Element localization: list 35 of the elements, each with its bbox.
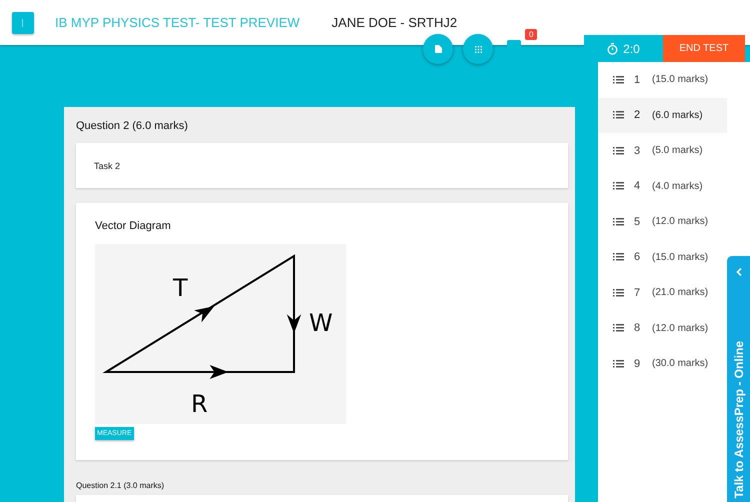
grid-icon bbox=[474, 46, 482, 52]
test-title: IB MYP PHYSICS TEST- TEST PREVIEW bbox=[55, 15, 300, 30]
vector-label: W bbox=[309, 309, 333, 337]
app-logo[interactable] bbox=[12, 12, 34, 34]
task-text: Task 2 bbox=[94, 160, 120, 170]
vector-label: R bbox=[191, 390, 208, 418]
question-nav-item[interactable]: 9 (30.0 marks) bbox=[598, 346, 727, 382]
diagram-title: Vector Diagram bbox=[95, 220, 172, 232]
question-nav-item[interactable]: 3 (5.0 marks) bbox=[598, 133, 727, 168]
list-icon bbox=[613, 288, 624, 297]
question-nav-item[interactable]: 7 (21.0 marks) bbox=[598, 275, 727, 310]
question-nav-item[interactable]: 2 (6.0 marks) bbox=[598, 98, 727, 133]
list-icon bbox=[613, 111, 624, 120]
list-icon bbox=[613, 76, 624, 84]
vector-label: T bbox=[173, 274, 188, 302]
list-icon bbox=[613, 253, 624, 262]
grid-button[interactable] bbox=[463, 34, 493, 64]
document-button[interactable] bbox=[423, 34, 453, 64]
list-icon bbox=[613, 360, 624, 368]
question-nav-item[interactable]: 4 (4.0 marks) bbox=[598, 168, 727, 204]
chevron-left-icon bbox=[736, 268, 742, 276]
question-nav-item[interactable]: 8 (12.0 marks) bbox=[598, 310, 727, 346]
list-icon bbox=[613, 218, 624, 226]
question-title: Question 2 (6.0 marks) bbox=[76, 120, 189, 132]
question-nav-item[interactable]: 6 (15.0 marks) bbox=[598, 240, 727, 275]
stopwatch-icon bbox=[607, 42, 618, 54]
subquestion-title: Question 2.1 (3.0 marks) bbox=[76, 481, 166, 490]
document-icon bbox=[434, 45, 442, 53]
list-icon bbox=[613, 146, 624, 155]
list-icon bbox=[613, 182, 624, 190]
list-icon bbox=[613, 324, 624, 332]
question-nav-item[interactable]: 5 (12.0 marks) bbox=[598, 204, 727, 240]
notification-badge: 0 bbox=[525, 29, 538, 40]
student-name: JANE DOE - SRTHJ2 bbox=[332, 15, 458, 30]
question-nav-item[interactable]: 1 (15.0 marks) bbox=[598, 62, 727, 98]
